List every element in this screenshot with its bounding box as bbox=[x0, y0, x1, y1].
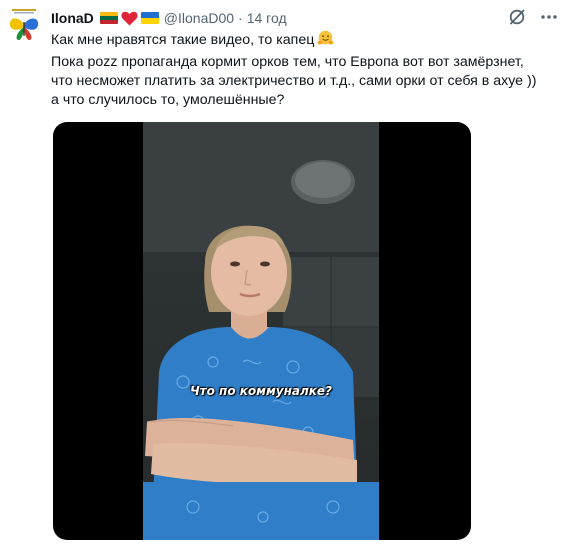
ukraine-flag-icon bbox=[140, 12, 159, 24]
hugging-face-emoji-icon bbox=[317, 30, 334, 53]
video-player[interactable]: Что по коммуналке? bbox=[53, 122, 471, 540]
video-still-image bbox=[143, 122, 379, 540]
name-emojis bbox=[99, 11, 159, 26]
lithuania-flag-icon bbox=[99, 12, 118, 24]
butterfly-avatar-icon bbox=[6, 8, 42, 44]
tweet-text: Как мне нравятся такие видео, то капец П… bbox=[51, 30, 561, 110]
timestamp[interactable]: 14 год bbox=[247, 10, 287, 26]
tweet-text-line-4: а что случилось то, умолешённые? bbox=[51, 92, 285, 108]
tweet-text-line-3: что несможет платить за электричество и … bbox=[51, 73, 537, 89]
user-handle[interactable]: @IlonaD00 bbox=[164, 10, 234, 26]
display-name[interactable]: IlonaD bbox=[51, 10, 94, 26]
tweet-card: IlonaD @IlonaD00 · 14 год Как мне нравят… bbox=[0, 0, 568, 546]
tweet-actions-top bbox=[506, 6, 560, 28]
dot-separator: · bbox=[238, 10, 243, 26]
grok-slash-icon[interactable] bbox=[506, 6, 528, 28]
more-options-icon[interactable] bbox=[538, 6, 560, 28]
video-caption: Что по коммуналке? bbox=[189, 384, 333, 398]
tweet-header: IlonaD @IlonaD00 · 14 год bbox=[51, 8, 287, 28]
red-heart-icon bbox=[121, 11, 138, 26]
user-avatar[interactable] bbox=[6, 8, 42, 44]
tweet-text-line-1: Как мне нравятся такие видео, то капец bbox=[51, 30, 561, 53]
video-frame[interactable]: Что по коммуналке? bbox=[143, 122, 379, 540]
tweet-text-line-2: Пока pozz пропаганда кормит орков тем, ч… bbox=[51, 54, 524, 70]
